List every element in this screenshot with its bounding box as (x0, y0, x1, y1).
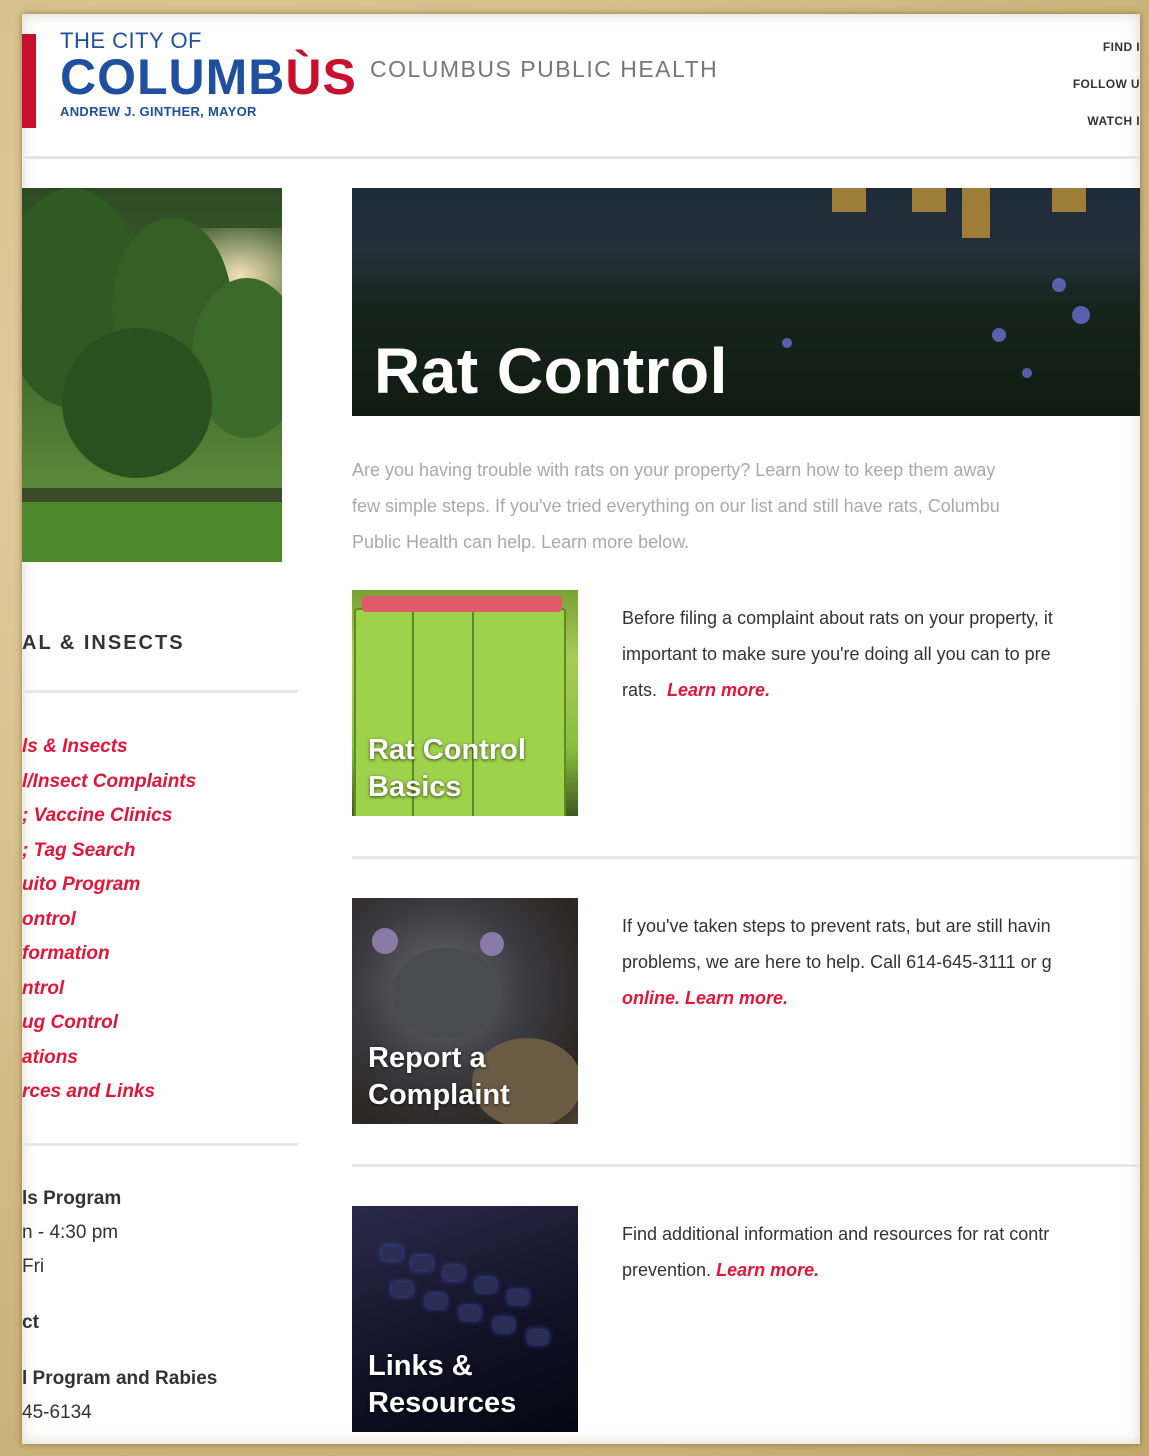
card-text-line: prevention. Learn more. (622, 1252, 1140, 1288)
learn-more-link[interactable]: Learn more. (685, 988, 788, 1008)
card-text-line: Find additional information and resource… (622, 1224, 1050, 1244)
card-text-line: If you've taken steps to prevent rats, b… (622, 916, 1051, 936)
logo-main-red: ÙS (285, 49, 357, 105)
thumbnail-label-line: Links & (368, 1350, 473, 1382)
header-divider (22, 156, 1140, 159)
thumbnail-label: Report a Complaint (368, 1040, 510, 1114)
thumbnail-label-line: Rat Control (368, 734, 526, 766)
utility-nav: FIND I FOLLOW U WATCH I (1073, 40, 1140, 151)
card-text-line: Before filing a complaint about rats on … (622, 608, 1053, 628)
card-links-resources: Links & Resources Find additional inform… (352, 1206, 1140, 1434)
utility-link-watch[interactable]: WATCH I (1073, 114, 1140, 128)
sidebar-link[interactable]: ls & Insects (22, 736, 196, 771)
card-text-main: problems, we are here to help. Call 614-… (622, 952, 1052, 972)
page-title: Rat Control (374, 335, 728, 407)
learn-more-link[interactable]: Learn more. (667, 680, 770, 700)
hero-banner: Rat Control (352, 188, 1140, 416)
rat-control-basics-thumbnail[interactable]: Rat Control Basics (352, 590, 578, 816)
card-text-line: important to make sure you're doing all … (622, 644, 1051, 664)
report-complaint-thumbnail[interactable]: Report a Complaint (352, 898, 578, 1124)
logo-main-text: COLUMBÙS (60, 52, 357, 102)
logo-main-blue: COLUMB (60, 49, 286, 105)
intro-line: Are you having trouble with rats on your… (352, 460, 996, 480)
department-title[interactable]: COLUMBUS PUBLIC HEALTH (370, 56, 718, 83)
brand-red-bar (22, 34, 36, 128)
links-resources-thumbnail[interactable]: Links & Resources (352, 1206, 578, 1432)
sidebar-park-photo (22, 188, 282, 562)
card-rat-control-basics: Rat Control Basics Before filing a compl… (352, 590, 1140, 818)
sidebar-link[interactable]: rces and Links (22, 1081, 196, 1116)
sidebar-link[interactable]: l/Insect Complaints (22, 771, 196, 806)
online-link[interactable]: online. (622, 988, 680, 1008)
sidebar-link[interactable]: ; Vaccine Clinics (22, 805, 196, 840)
utility-link-find[interactable]: FIND I (1073, 40, 1140, 54)
card-description: If you've taken steps to prevent rats, b… (622, 908, 1140, 1016)
card-text-end: rats. (622, 680, 658, 700)
card-divider (352, 856, 1140, 859)
thumbnail-label-line: Complaint (368, 1079, 510, 1111)
sidebar-link[interactable]: ; Tag Search (22, 840, 196, 875)
sidebar-heading: AL & INSECTS (22, 632, 185, 654)
contact-heading: ct (22, 1312, 39, 1333)
card-text-line: online. Learn more. (622, 980, 1140, 1016)
intro-paragraph: Are you having trouble with rats on your… (352, 452, 1140, 560)
contact-phone: 45-6134 (22, 1402, 92, 1423)
thumbnail-label: Rat Control Basics (368, 732, 526, 806)
card-text-end: prevention. (622, 1260, 712, 1280)
contact-program: ls Program (22, 1188, 122, 1209)
sidebar-contact: ls Program n - 4:30 pm Fri ct l Program … (22, 1188, 217, 1436)
sidebar-nav: ls & Insects l/Insect Complaints ; Vacci… (22, 736, 196, 1116)
contact-hours: n - 4:30 pm (22, 1222, 119, 1243)
card-text-line: rats. Learn more. (622, 672, 1140, 708)
page: THE CITY OF COLUMBÙS ANDREW J. GINTHER, … (22, 14, 1140, 1444)
sidebar-link[interactable]: ntrol (22, 978, 196, 1013)
sidebar-link[interactable]: ontrol (22, 909, 196, 944)
sidebar-link[interactable]: ug Control (22, 1012, 196, 1047)
card-description: Find additional information and resource… (622, 1216, 1140, 1288)
contact-name: l Program and Rabies (22, 1368, 218, 1389)
intro-line: Public Health can help. Learn more below… (352, 532, 690, 552)
sidebar-link[interactable]: formation (22, 943, 196, 978)
sidebar-divider (22, 690, 298, 693)
contact-days: Fri (22, 1256, 45, 1277)
card-divider (352, 1164, 1140, 1167)
intro-line: few simple steps. If you've tried everyt… (352, 496, 1000, 516)
utility-link-follow[interactable]: FOLLOW U (1073, 77, 1140, 91)
learn-more-link[interactable]: Learn more. (716, 1260, 819, 1280)
card-text-line: problems, we are here to help. Call 614-… (622, 944, 1140, 980)
card-description: Before filing a complaint about rats on … (622, 600, 1140, 708)
sidebar-link[interactable]: ations (22, 1047, 196, 1082)
thumbnail-label-line: Basics (368, 771, 462, 803)
sidebar-divider (22, 1143, 298, 1146)
thumbnail-label: Links & Resources (368, 1348, 516, 1422)
card-report-complaint: Report a Complaint If you've taken steps… (352, 898, 1140, 1126)
thumbnail-label-line: Resources (368, 1387, 517, 1419)
sidebar-link[interactable]: uito Program (22, 874, 196, 909)
logo-mayor-text: ANDREW J. GINTHER, MAYOR (60, 104, 257, 119)
thumbnail-label-line: Report a (368, 1042, 486, 1074)
city-logo[interactable]: THE CITY OF COLUMBÙS ANDREW J. GINTHER, … (60, 28, 357, 119)
